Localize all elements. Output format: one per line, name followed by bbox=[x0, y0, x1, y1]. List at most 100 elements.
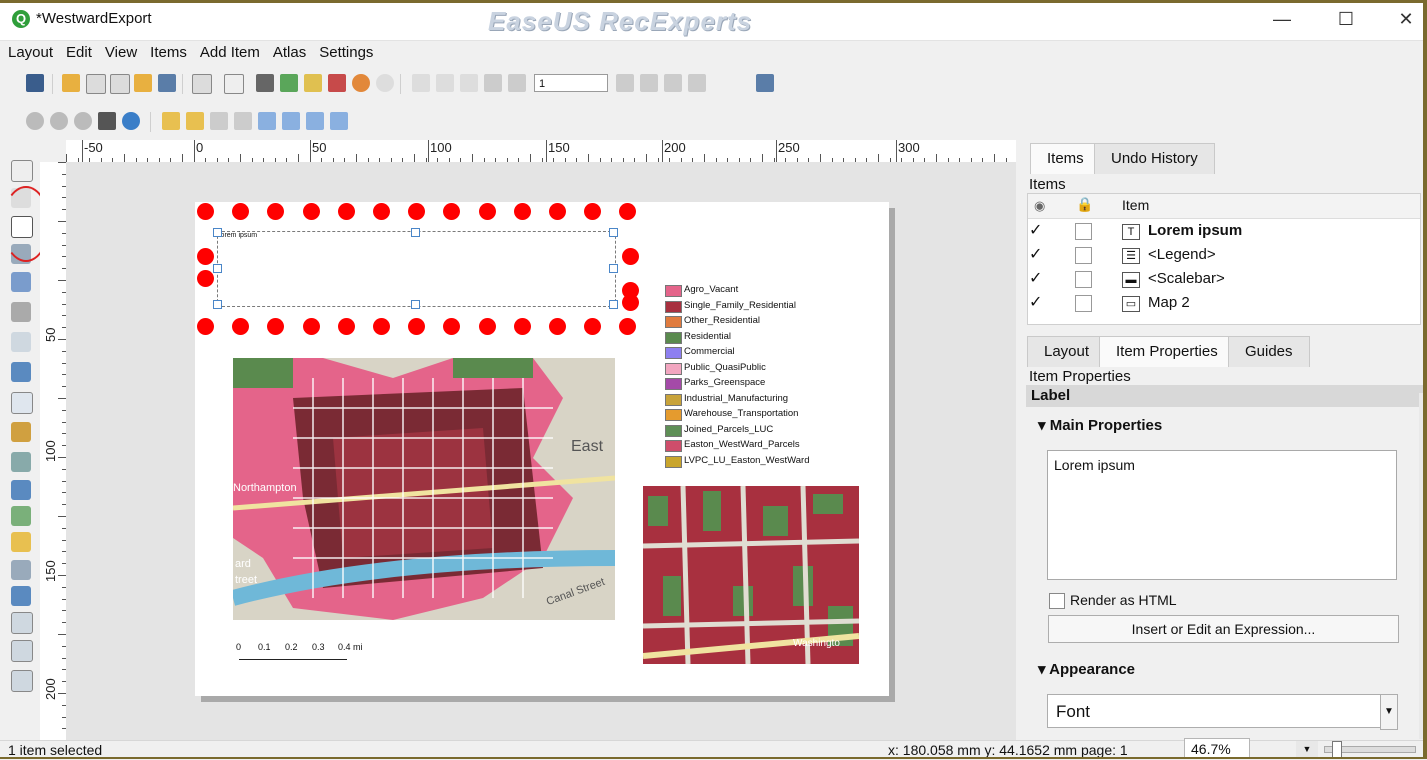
add-label-icon[interactable] bbox=[11, 392, 33, 414]
new-layout-icon[interactable] bbox=[62, 74, 80, 92]
add-arrow-icon[interactable] bbox=[11, 586, 31, 606]
print-icon[interactable] bbox=[256, 74, 274, 92]
tab-undo-history[interactable]: Undo History bbox=[1094, 143, 1215, 174]
add-scalebar-icon[interactable] bbox=[11, 452, 31, 472]
add-pages-icon[interactable] bbox=[224, 74, 244, 94]
add-marker-icon[interactable] bbox=[11, 532, 31, 552]
visibility-checkbox[interactable]: ✓ bbox=[1029, 271, 1044, 287]
duplicate-layout-icon[interactable] bbox=[86, 74, 106, 94]
resize-handle-r[interactable] bbox=[609, 264, 618, 273]
pan-tool-icon[interactable] bbox=[11, 160, 33, 182]
add-map-icon[interactable] bbox=[11, 332, 31, 352]
distribute-icon[interactable] bbox=[306, 112, 324, 130]
lock-checkbox[interactable] bbox=[1075, 223, 1092, 240]
zoom-in-icon[interactable] bbox=[26, 112, 44, 130]
tab-items[interactable]: Items bbox=[1030, 143, 1101, 174]
refresh-icon[interactable] bbox=[122, 112, 140, 130]
visibility-checkbox[interactable]: ✓ bbox=[1029, 247, 1044, 263]
menu-layout[interactable]: Layout bbox=[0, 40, 58, 61]
render-html-checkbox[interactable] bbox=[1049, 593, 1065, 609]
menu-view[interactable]: View bbox=[97, 40, 142, 61]
add-html-icon[interactable] bbox=[11, 612, 33, 634]
selected-label-item[interactable] bbox=[217, 231, 616, 307]
previous-page-icon[interactable] bbox=[508, 74, 526, 92]
edit-nodes-tool-icon[interactable] bbox=[11, 272, 31, 292]
resize-icon[interactable] bbox=[330, 112, 348, 130]
font-dropdown-arrow-icon[interactable]: ▼ bbox=[1380, 694, 1398, 730]
add-north-arrow-icon[interactable] bbox=[11, 480, 31, 500]
menu-items[interactable]: Items bbox=[142, 40, 192, 61]
tab-layout[interactable]: Layout bbox=[1027, 336, 1107, 367]
lock-checkbox[interactable] bbox=[1075, 247, 1092, 264]
add-polyline-icon[interactable] bbox=[11, 560, 31, 580]
items-table-row[interactable]: ✓ ☰ <Legend> bbox=[1028, 244, 1420, 268]
resize-handle-tl[interactable] bbox=[213, 228, 222, 237]
menu-edit[interactable]: Edit bbox=[58, 40, 97, 61]
export-svg-icon[interactable] bbox=[304, 74, 322, 92]
scalebar[interactable]: 0 0.1 0.2 0.3 0.4 mi bbox=[236, 642, 376, 672]
resize-handle-br[interactable] bbox=[609, 300, 618, 309]
lower-items-icon[interactable] bbox=[186, 112, 204, 130]
menu-settings[interactable]: Settings bbox=[311, 40, 378, 61]
close-button[interactable]: ✕ bbox=[1386, 6, 1426, 32]
zoom-actual-icon[interactable] bbox=[74, 112, 92, 130]
items-table-row[interactable]: ✓ T Lorem ipsum bbox=[1028, 220, 1420, 244]
inset-map[interactable]: Washingto bbox=[643, 486, 859, 664]
zoom-slider-handle[interactable] bbox=[1332, 741, 1342, 758]
last-page-icon[interactable] bbox=[640, 74, 658, 92]
export-image-icon[interactable] bbox=[280, 74, 298, 92]
visibility-checkbox[interactable]: ✓ bbox=[1029, 295, 1044, 311]
next-page-icon[interactable] bbox=[616, 74, 634, 92]
items-table[interactable]: ◉ 🔒 Item ✓ T Lorem ipsum ✓ ☰ <Legend> ✓ ▬ <Scale… bbox=[1027, 193, 1421, 325]
add-picture-icon[interactable] bbox=[11, 362, 31, 382]
first-page-icon[interactable] bbox=[484, 74, 502, 92]
atlas-page-spinbox[interactable]: 1 bbox=[534, 74, 608, 92]
add-3d-map-icon[interactable] bbox=[11, 302, 31, 322]
lock-checkbox[interactable] bbox=[1075, 271, 1092, 288]
tab-item-properties[interactable]: Item Properties bbox=[1099, 336, 1235, 367]
export-atlas-icon[interactable] bbox=[688, 74, 706, 92]
items-table-row[interactable]: ✓ ▬ <Scalebar> bbox=[1028, 268, 1420, 292]
vertical-ruler[interactable]: 50 100 150 200 bbox=[40, 162, 67, 740]
atlas-preview-icon[interactable] bbox=[412, 74, 430, 92]
save-icon[interactable] bbox=[26, 74, 44, 92]
zoom-full-icon[interactable] bbox=[98, 112, 116, 130]
main-properties-toggle[interactable]: ▾ Main Properties bbox=[1038, 416, 1162, 434]
undo-icon[interactable] bbox=[352, 74, 370, 92]
main-map[interactable]: East Northampton Canal Street ard treet bbox=[233, 358, 615, 620]
lock-checkbox[interactable] bbox=[1075, 295, 1092, 312]
add-legend-icon[interactable] bbox=[11, 422, 31, 442]
add-shape-icon[interactable] bbox=[11, 506, 31, 526]
map-legend[interactable]: Agro_Vacant Single_Family_Residential Othe… bbox=[665, 283, 825, 469]
align-left-icon[interactable] bbox=[282, 112, 300, 130]
print-atlas-icon[interactable] bbox=[664, 74, 682, 92]
resize-handle-t[interactable] bbox=[411, 228, 420, 237]
raise-items-icon[interactable] bbox=[162, 112, 180, 130]
menu-add-item[interactable]: Add Item bbox=[192, 40, 265, 61]
ungroup-items-icon[interactable] bbox=[234, 112, 252, 130]
redo-icon[interactable] bbox=[376, 74, 394, 92]
horizontal-ruler[interactable]: -50 0 50 100 150 200 250 300 bbox=[66, 140, 1016, 163]
label-text-field[interactable]: Lorem ipsum bbox=[1047, 450, 1397, 580]
zoom-dropdown-icon[interactable]: ▼ bbox=[1296, 741, 1318, 757]
resize-handle-b[interactable] bbox=[411, 300, 420, 309]
tab-guides[interactable]: Guides bbox=[1228, 336, 1310, 367]
lock-items-icon[interactable] bbox=[258, 112, 276, 130]
atlas-settings-icon[interactable] bbox=[756, 74, 774, 92]
maximize-button[interactable]: ☐ bbox=[1326, 6, 1366, 32]
save-template-icon[interactable] bbox=[158, 74, 176, 92]
open-template-icon[interactable] bbox=[134, 74, 152, 92]
add-fixed-table-icon[interactable] bbox=[11, 670, 33, 692]
menu-atlas[interactable]: Atlas bbox=[265, 40, 311, 61]
add-attribute-table-icon[interactable] bbox=[11, 640, 33, 662]
first-feature-icon[interactable] bbox=[436, 74, 454, 92]
visibility-checkbox[interactable]: ✓ bbox=[1029, 223, 1044, 239]
font-button[interactable]: Font bbox=[1047, 694, 1395, 728]
zoom-level-field[interactable]: 46.7% bbox=[1184, 738, 1250, 758]
resize-handle-tr[interactable] bbox=[609, 228, 618, 237]
zoom-out-icon[interactable] bbox=[50, 112, 68, 130]
appearance-toggle[interactable]: ▾ Appearance bbox=[1038, 660, 1135, 678]
export-pdf-icon[interactable] bbox=[328, 74, 346, 92]
layout-manager-icon[interactable] bbox=[110, 74, 130, 94]
group-items-icon[interactable] bbox=[210, 112, 228, 130]
